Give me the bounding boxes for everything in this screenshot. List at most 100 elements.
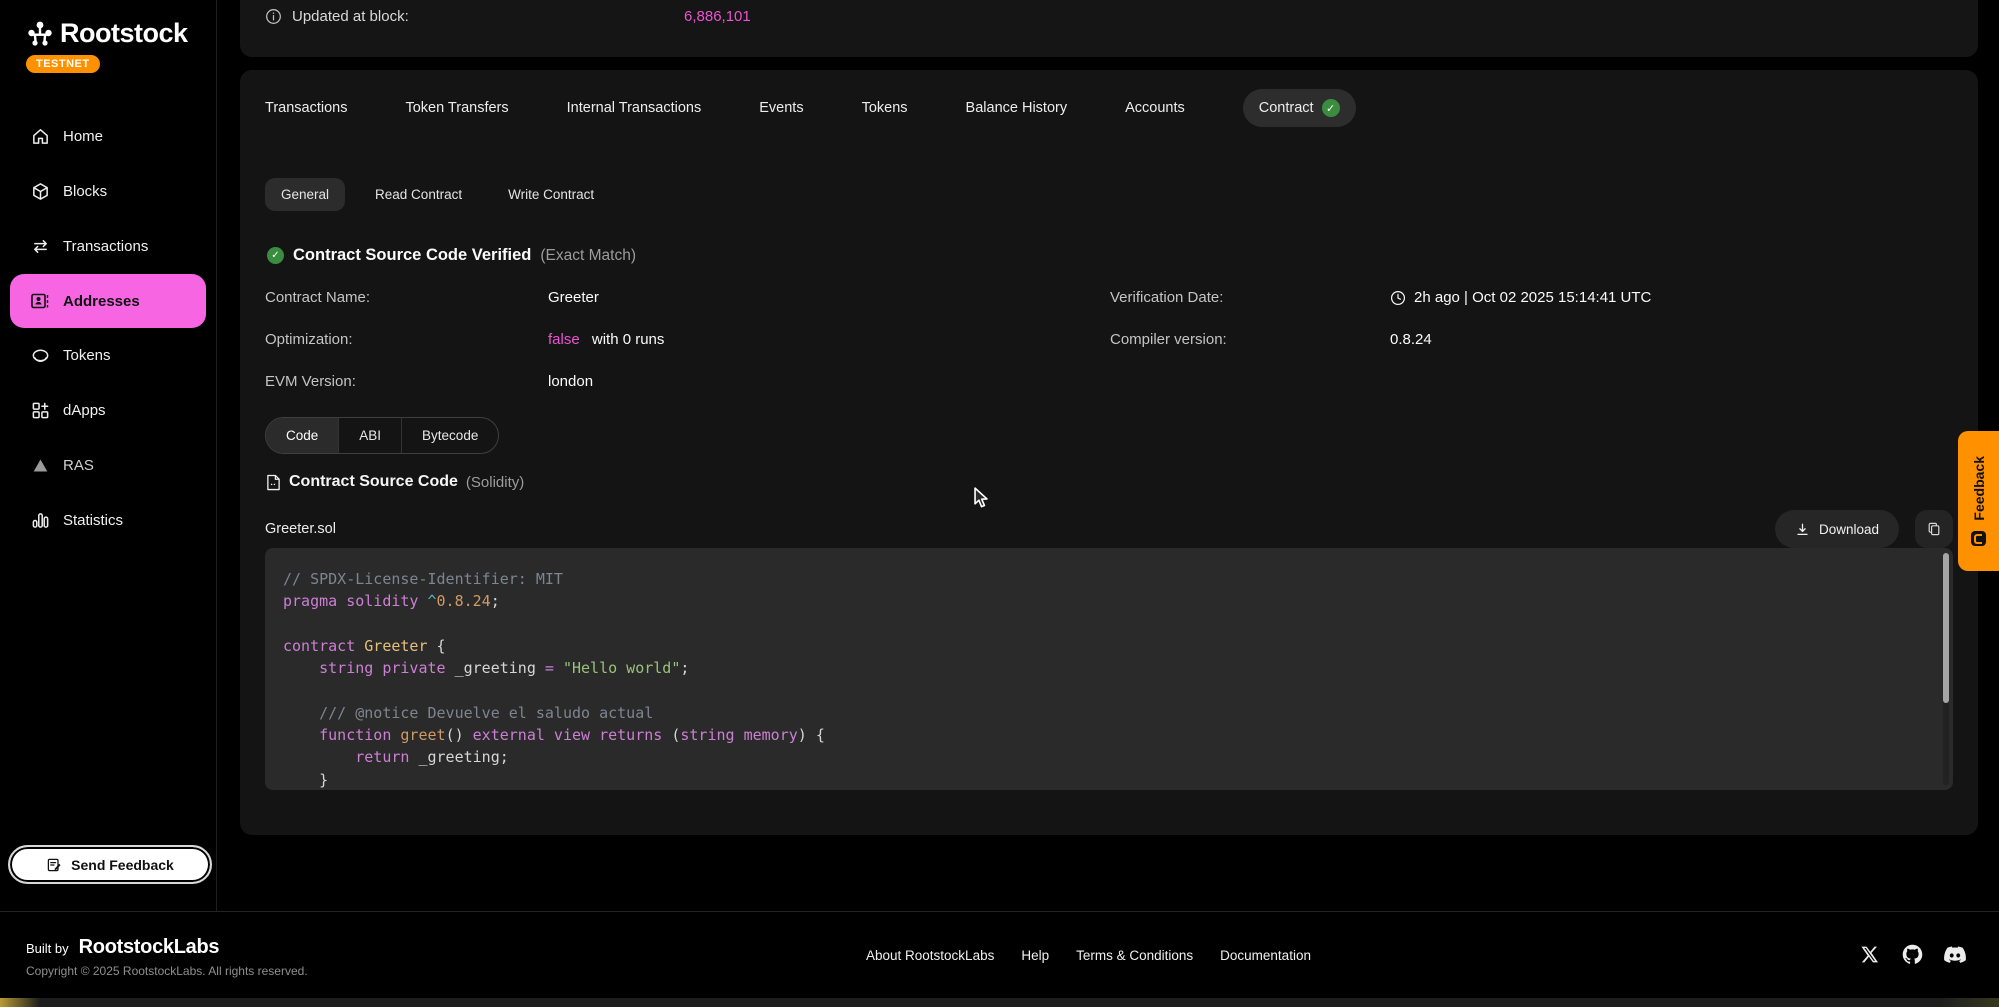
download-button[interactable]: Download <box>1775 510 1899 548</box>
address-tabs: Transactions Token Transfers Internal Tr… <box>265 84 1356 132</box>
subtab-read-contract[interactable]: Read Contract <box>359 178 478 211</box>
code-line: function greet() external view returns (… <box>283 724 1929 746</box>
bottom-gradient-strip <box>0 998 1999 1007</box>
page: Rootstock TESTNET Home Blocks <box>0 0 1999 1007</box>
sidebar-item-tokens[interactable]: Tokens <box>0 328 216 383</box>
code-line: contract Greeter { <box>283 635 1929 657</box>
contract-subtabs: General Read Contract Write Contract <box>265 178 610 211</box>
github-icon[interactable] <box>1900 942 1924 966</box>
optimization-flag: false <box>548 331 580 348</box>
verification-date-label: Verification Date: <box>1110 289 1390 306</box>
brand-name: Rootstock <box>60 18 188 49</box>
subtab-general[interactable]: General <box>265 178 345 211</box>
source-filename: Greeter.sol <box>265 521 336 537</box>
dapps-grid-icon <box>30 401 50 421</box>
sidebar-item-dapps[interactable]: dApps <box>0 383 216 438</box>
verified-title: Contract Source Code Verified <box>293 246 531 265</box>
contract-name-value: Greeter <box>548 289 599 306</box>
segment-abi[interactable]: ABI <box>339 418 402 453</box>
footer-link-documentation[interactable]: Documentation <box>1220 948 1311 963</box>
send-feedback-button[interactable]: Send Feedback <box>8 845 212 884</box>
code-line: string private _greeting = "Hello world"… <box>283 657 1929 679</box>
sidebar-item-label: Tokens <box>63 347 111 364</box>
optimization-value: false with 0 runs <box>548 331 664 348</box>
sidebar-item-home[interactable]: Home <box>0 109 216 164</box>
tab-events[interactable]: Events <box>759 100 803 116</box>
swap-arrows-icon <box>30 237 50 257</box>
verified-banner: ✓ Contract Source Code Verified (Exact M… <box>267 246 636 265</box>
address-card-icon <box>30 291 50 311</box>
verification-date-value: 2h ago | Oct 02 2025 15:14:41 UTC <box>1390 289 1651 306</box>
updated-block-bar: Updated at block: 6,886,101 <box>240 0 1978 57</box>
tab-internal-transactions[interactable]: Internal Transactions <box>567 100 702 116</box>
file-row: Greeter.sol Download <box>265 510 1953 548</box>
block-number-link[interactable]: 6,886,101 <box>684 8 751 25</box>
optimization-row: Optimization: false with 0 runs <box>265 331 664 348</box>
sidebar-nav: Home Blocks Transactions Addresses <box>0 109 216 548</box>
sidebar-item-statistics[interactable]: Statistics <box>0 493 216 548</box>
contract-verified-check-icon: ✓ <box>1322 99 1340 117</box>
sidebar-item-label: Addresses <box>63 293 140 310</box>
triangle-icon <box>30 456 50 476</box>
code-view-switch: Code ABI Bytecode <box>265 417 499 454</box>
rootstock-logo-icon <box>26 20 54 48</box>
verification-date-row: Verification Date: 2h ago | Oct 02 2025 … <box>1110 289 1651 306</box>
verification-date-text: 2h ago | Oct 02 2025 15:14:41 UTC <box>1414 289 1651 306</box>
sidebar-item-transactions[interactable]: Transactions <box>0 219 216 274</box>
brand-logo[interactable]: Rootstock TESTNET <box>26 18 188 73</box>
code-line: // SPDX-License-Identifier: MIT <box>283 568 1929 590</box>
coin-icon <box>30 346 50 366</box>
address-detail-card: Transactions Token Transfers Internal Tr… <box>240 70 1978 835</box>
segment-bytecode[interactable]: Bytecode <box>402 418 498 453</box>
sidebar-item-ras[interactable]: RAS <box>0 438 216 493</box>
code-content: // SPDX-License-Identifier: MITpragma so… <box>283 568 1929 790</box>
tab-token-transfers[interactable]: Token Transfers <box>405 100 508 116</box>
updated-block-label: Updated at block: <box>292 8 409 25</box>
compiler-label: Compiler version: <box>1110 331 1390 348</box>
optimization-label: Optimization: <box>265 331 548 348</box>
tab-tokens[interactable]: Tokens <box>862 100 908 116</box>
source-code-heading: Contract Source Code (Solidity) <box>266 473 524 491</box>
footer-link-terms[interactable]: Terms & Conditions <box>1076 948 1193 963</box>
contract-name-row: Contract Name: Greeter <box>265 289 599 306</box>
source-code-viewer[interactable]: // SPDX-License-Identifier: MITpragma so… <box>265 548 1953 790</box>
tab-balance-history[interactable]: Balance History <box>966 100 1068 116</box>
evm-version-label: EVM Version: <box>265 373 548 390</box>
sidebar-item-blocks[interactable]: Blocks <box>0 164 216 219</box>
feedback-tab-label: Feedback <box>1971 456 1987 521</box>
feedback-side-tab[interactable]: Feedback <box>1958 431 1999 571</box>
code-line: pragma solidity ^0.8.24; <box>283 590 1929 612</box>
bar-chart-icon <box>30 511 50 531</box>
evm-version-value: london <box>548 373 593 390</box>
footer-link-help[interactable]: Help <box>1021 948 1049 963</box>
subtab-write-contract[interactable]: Write Contract <box>492 178 610 211</box>
home-icon <box>30 127 50 147</box>
copy-icon <box>1926 521 1942 537</box>
copyright-text: Copyright © 2025 RootstockLabs. All righ… <box>26 964 308 978</box>
sidebar: Rootstock TESTNET Home Blocks <box>0 0 217 911</box>
discord-icon[interactable] <box>1943 942 1967 966</box>
sidebar-item-label: RAS <box>63 457 94 474</box>
verified-match-type: (Exact Match) <box>540 247 636 265</box>
sidebar-item-addresses[interactable]: Addresses <box>10 274 206 328</box>
segment-code[interactable]: Code <box>266 418 339 453</box>
tab-contract-label: Contract <box>1259 100 1314 116</box>
rootstocklabs-link[interactable]: RootstockLabs <box>79 936 220 959</box>
optimization-runs: with 0 runs <box>588 331 665 348</box>
sidebar-item-label: Transactions <box>63 238 148 255</box>
clock-icon <box>1390 290 1406 306</box>
code-line: return _greeting; <box>283 746 1929 768</box>
tab-transactions[interactable]: Transactions <box>265 100 347 116</box>
info-icon <box>265 8 282 25</box>
tab-accounts[interactable]: Accounts <box>1125 100 1185 116</box>
verified-check-icon: ✓ <box>267 247 284 264</box>
code-scrollbar-thumb[interactable] <box>1943 553 1949 703</box>
testnet-badge: TESTNET <box>26 55 100 73</box>
social-links <box>1857 942 1967 966</box>
tab-contract[interactable]: Contract ✓ <box>1243 89 1356 127</box>
contract-name-label: Contract Name: <box>265 289 548 306</box>
copy-source-button[interactable] <box>1915 510 1953 548</box>
footer-link-about[interactable]: About RootstockLabs <box>866 948 994 963</box>
x-twitter-icon[interactable] <box>1857 942 1881 966</box>
compiler-value: 0.8.24 <box>1390 331 1432 348</box>
